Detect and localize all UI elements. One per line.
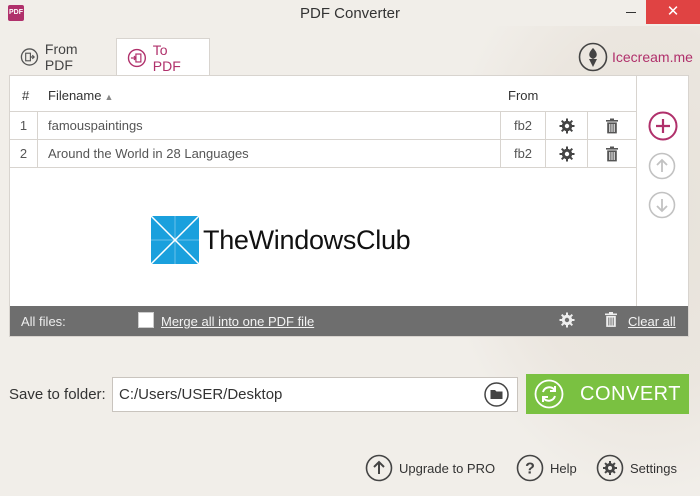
merge-link[interactable]: Merge all into one PDF file — [161, 314, 314, 329]
from-pdf-icon — [20, 48, 39, 66]
row-number: 1 — [10, 112, 38, 140]
row-format: fb2 — [500, 140, 546, 168]
tab-from-pdf-label: From PDF — [44, 41, 78, 73]
window-title: PDF Converter — [299, 5, 401, 22]
row-delete-button[interactable] — [588, 140, 636, 168]
move-down-button[interactable] — [648, 191, 676, 219]
tab-to-pdf-label: To PDF — [152, 41, 181, 74]
all-files-settings-button[interactable] — [559, 312, 575, 331]
row-settings-button[interactable] — [546, 112, 588, 140]
row-settings-button[interactable] — [546, 140, 588, 168]
trash-icon — [606, 146, 618, 162]
brand-link[interactable]: Icecream.me — [578, 42, 693, 72]
icecream-logo-icon — [578, 42, 608, 72]
windowsclub-logo-icon — [151, 216, 199, 264]
convert-button[interactable]: CONVERT — [526, 374, 689, 414]
upgrade-arrow-icon — [365, 454, 393, 482]
row-number: 2 — [10, 140, 38, 168]
settings-button[interactable]: Settings — [596, 454, 677, 482]
save-folder-input[interactable] — [112, 377, 518, 412]
close-button[interactable]: ✕ — [646, 0, 700, 24]
upgrade-label: Upgrade to PRO — [399, 460, 496, 476]
help-button[interactable]: ? Help — [516, 454, 577, 482]
plus-icon — [648, 111, 678, 141]
brand-label: Icecream.me — [612, 49, 693, 65]
table-row[interactable]: 1 famouspaintings fb2 — [10, 112, 636, 140]
column-header-filename[interactable]: Filename ▲ — [48, 88, 113, 103]
close-icon: ✕ — [666, 3, 680, 20]
column-header-from: From — [508, 88, 539, 103]
row-format: fb2 — [500, 112, 546, 140]
title-bar: PDF PDF Converter ✕ — [0, 0, 700, 26]
clear-all-trash-button[interactable] — [604, 311, 618, 331]
watermark: TheWindowsClub — [151, 216, 411, 264]
clear-all-link[interactable]: Clear all — [628, 314, 676, 329]
settings-gear-icon — [596, 454, 624, 482]
row-delete-button[interactable] — [588, 112, 636, 140]
arrow-up-icon — [648, 152, 676, 180]
merge-checkbox[interactable] — [138, 312, 154, 328]
folder-icon — [484, 382, 509, 407]
to-pdf-icon — [127, 48, 147, 67]
all-files-label: All files: — [21, 314, 66, 329]
gear-icon — [559, 312, 575, 328]
sort-ascending-icon: ▲ — [104, 92, 114, 102]
help-icon: ? — [516, 454, 544, 482]
tab-from-pdf[interactable]: From PDF — [10, 38, 116, 76]
tab-to-pdf[interactable]: To PDF — [116, 38, 210, 76]
browse-folder-button[interactable] — [484, 382, 509, 410]
svg-text:?: ? — [525, 461, 535, 478]
table-header: # Filename ▲ From — [10, 76, 636, 112]
move-up-button[interactable] — [648, 152, 676, 180]
upgrade-button[interactable]: Upgrade to PRO — [365, 454, 495, 482]
trash-icon — [606, 118, 618, 134]
refresh-icon — [534, 379, 564, 409]
settings-label: Settings — [630, 460, 677, 476]
column-header-filename-label: Filename — [48, 88, 102, 103]
watermark-text: TheWindowsClub — [203, 224, 411, 255]
gear-icon — [559, 146, 574, 162]
file-list-panel: # Filename▲ From 1 famouspaintings fb2 — [9, 75, 689, 337]
arrow-down-icon — [648, 191, 676, 219]
minimize-button[interactable] — [626, 12, 636, 13]
gear-icon — [559, 118, 574, 134]
row-filename: Around the World in 28 Languages — [48, 146, 249, 161]
trash-icon — [605, 312, 617, 327]
table-row[interactable]: 2 Around the World in 28 Languages fb2 — [10, 140, 636, 168]
save-folder-label: Save to folder: — [9, 386, 106, 403]
column-divider — [636, 76, 637, 306]
all-files-bar: All files: Merge all into one PDF file C… — [10, 306, 688, 336]
help-label: Help — [550, 460, 577, 476]
row-filename: famouspaintings — [48, 118, 143, 133]
add-file-button[interactable] — [648, 111, 678, 141]
column-header-number: # — [22, 88, 30, 103]
convert-label: CONVERT — [580, 382, 681, 405]
